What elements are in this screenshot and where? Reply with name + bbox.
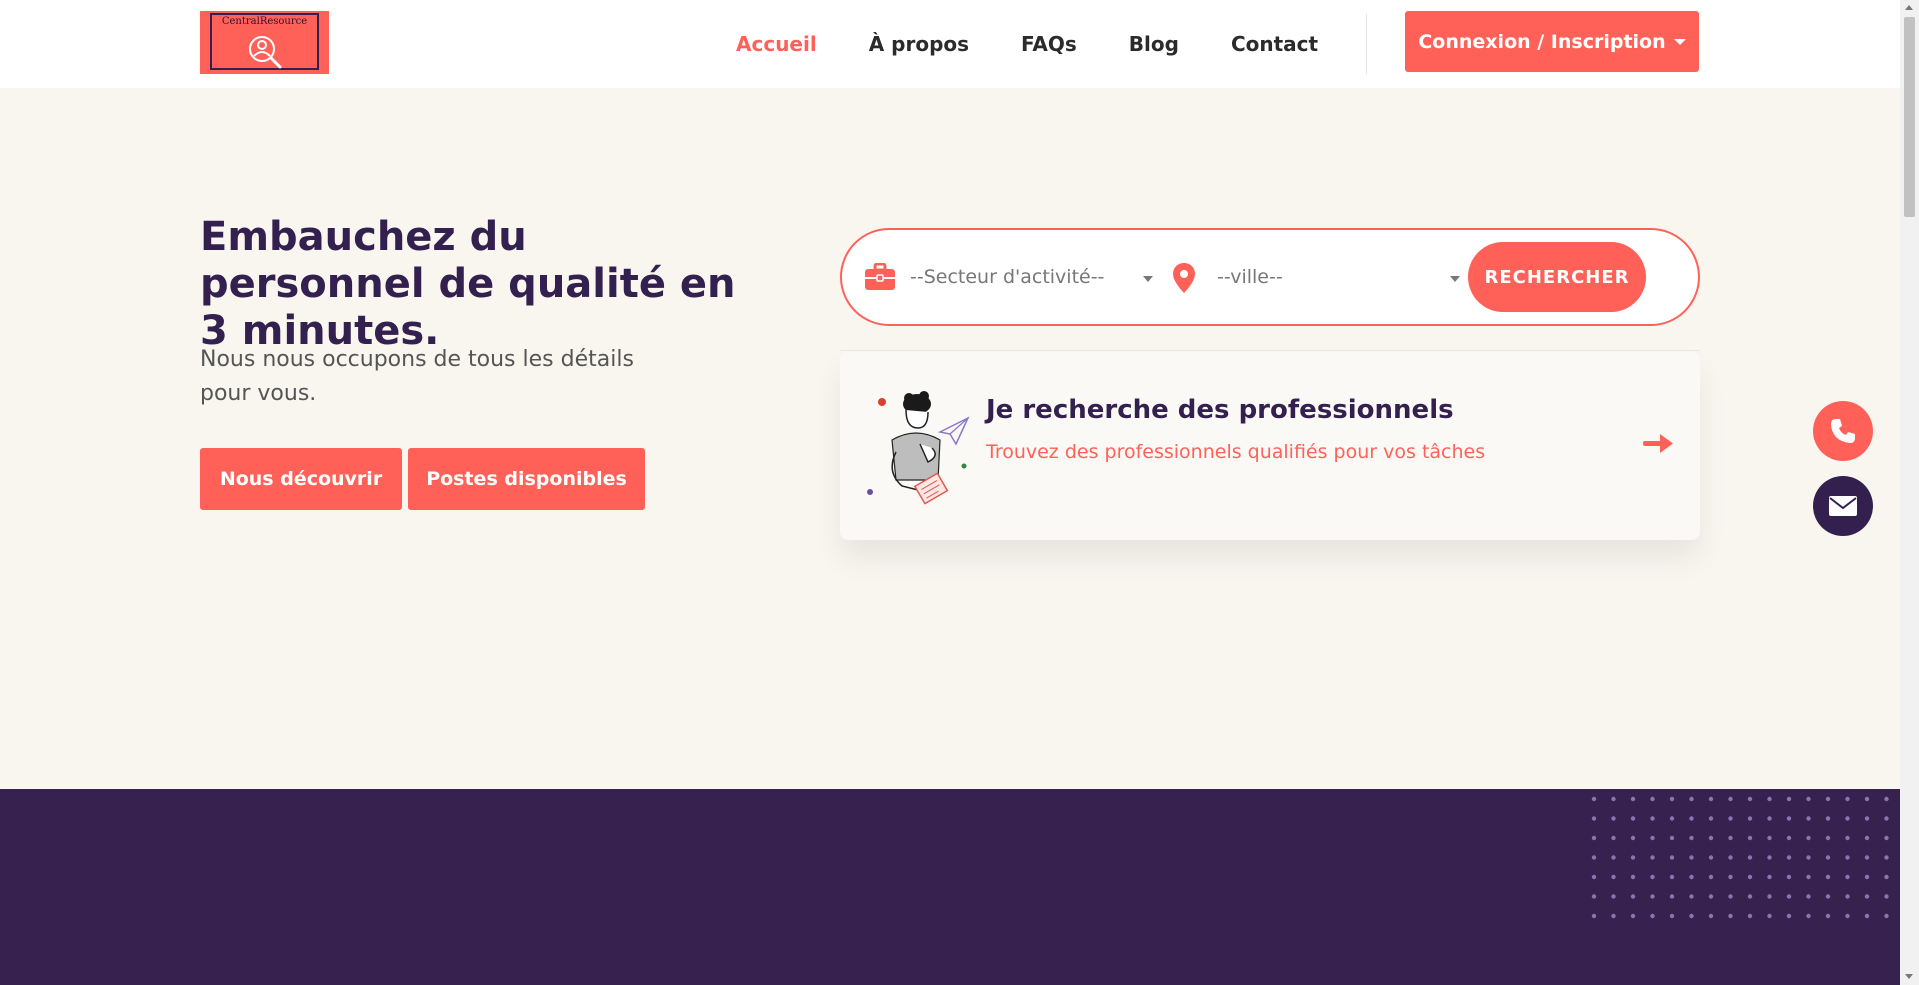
- search-person-icon: [249, 36, 282, 69]
- nav-item-contact[interactable]: Contact: [1231, 32, 1318, 56]
- chevron-down-icon: [1450, 276, 1460, 282]
- card-title: Je recherche des professionnels: [986, 395, 1454, 425]
- scroll-down-arrow[interactable]: [1905, 974, 1913, 979]
- email-button[interactable]: [1813, 476, 1873, 536]
- thinking-person-illustration: [867, 391, 970, 505]
- stats-section: [0, 789, 1900, 985]
- main-nav: Accueil À propos FAQs Blog Contact: [736, 0, 1370, 88]
- phone-icon: [1831, 419, 1855, 443]
- nav-item-blog[interactable]: Blog: [1129, 32, 1179, 56]
- logo[interactable]: CentralResource: [200, 11, 329, 74]
- envelope-icon: [1829, 496, 1857, 516]
- nav-divider: [1366, 14, 1367, 74]
- chevron-down-icon: [1143, 276, 1153, 282]
- site-header: CentralResource Accueil À propos FAQs Bl…: [0, 0, 1900, 88]
- nav-item-faqs[interactable]: FAQs: [1021, 32, 1077, 56]
- scroll-up-arrow[interactable]: [1905, 5, 1913, 10]
- login-signup-button[interactable]: Connexion / Inscription: [1405, 11, 1699, 72]
- logo-text: CentralResource: [221, 16, 308, 27]
- dot-pattern-decoration: [1584, 789, 1900, 929]
- find-professionals-card[interactable]: Je recherche des professionnels Trouvez …: [840, 352, 1700, 540]
- nav-item-a-propos[interactable]: À propos: [869, 32, 969, 56]
- map-pin-icon: [1173, 263, 1195, 293]
- available-jobs-button[interactable]: Postes disponibles: [408, 448, 645, 510]
- phone-button[interactable]: [1813, 401, 1873, 461]
- login-signup-label: Connexion / Inscription: [1418, 30, 1666, 53]
- search-button[interactable]: RECHERCHER: [1468, 242, 1646, 312]
- chevron-down-icon: [1673, 38, 1686, 45]
- hero-title: Embauchez du personnel de qualité en 3 m…: [200, 214, 736, 354]
- scrollbar-thumb[interactable]: [1904, 17, 1915, 217]
- briefcase-icon: [865, 263, 895, 290]
- card-description: Trouvez des professionnels qualifiés pou…: [986, 441, 1486, 463]
- scrollbar[interactable]: [1900, 0, 1919, 985]
- city-select[interactable]: --ville--: [1217, 266, 1283, 288]
- nav-item-accueil[interactable]: Accueil: [736, 32, 817, 56]
- arrow-right-icon[interactable]: [1642, 432, 1674, 454]
- search-bar: --Secteur d'activité-- --ville-- RECHERC…: [840, 228, 1700, 326]
- hero-subtitle: Nous nous occupons de tous les détails p…: [200, 347, 634, 406]
- card-divider: [840, 350, 1700, 351]
- discover-button[interactable]: Nous découvrir: [200, 448, 402, 510]
- sector-select[interactable]: --Secteur d'activité--: [910, 266, 1104, 288]
